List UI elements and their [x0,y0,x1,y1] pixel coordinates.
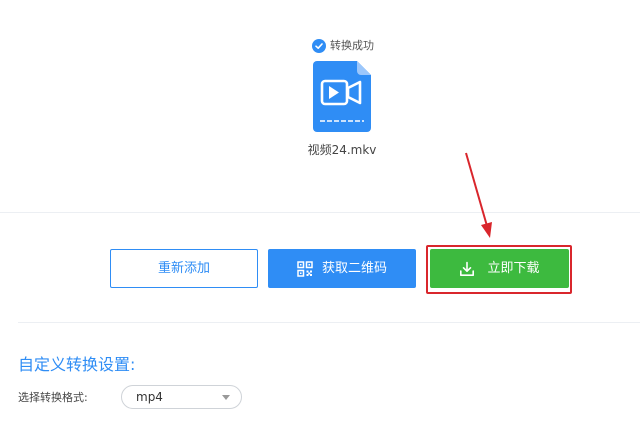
qr-button-label: 获取二维码 [321,261,387,276]
file-name: 视频24.mkv [307,143,377,157]
readd-button-label: 重新添加 [157,261,210,276]
divider [0,212,640,213]
qr-code-icon [297,260,313,277]
format-label: 选择转换格式: [18,391,88,404]
conversion-status: 转换成功 [312,38,374,54]
status-text: 转换成功 [330,39,374,52]
divider [18,322,640,323]
format-select[interactable]: mp4 [121,385,242,409]
readd-button[interactable]: 重新添加 [110,249,258,288]
video-file-icon [313,61,371,132]
caret-down-icon [222,395,230,400]
check-circle-icon [312,39,326,53]
format-select-value: mp4 [136,390,163,404]
settings-title: 自定义转换设置: [18,355,136,374]
annotation-highlight-box [426,245,572,294]
get-qr-code-button[interactable]: 获取二维码 [268,249,416,288]
